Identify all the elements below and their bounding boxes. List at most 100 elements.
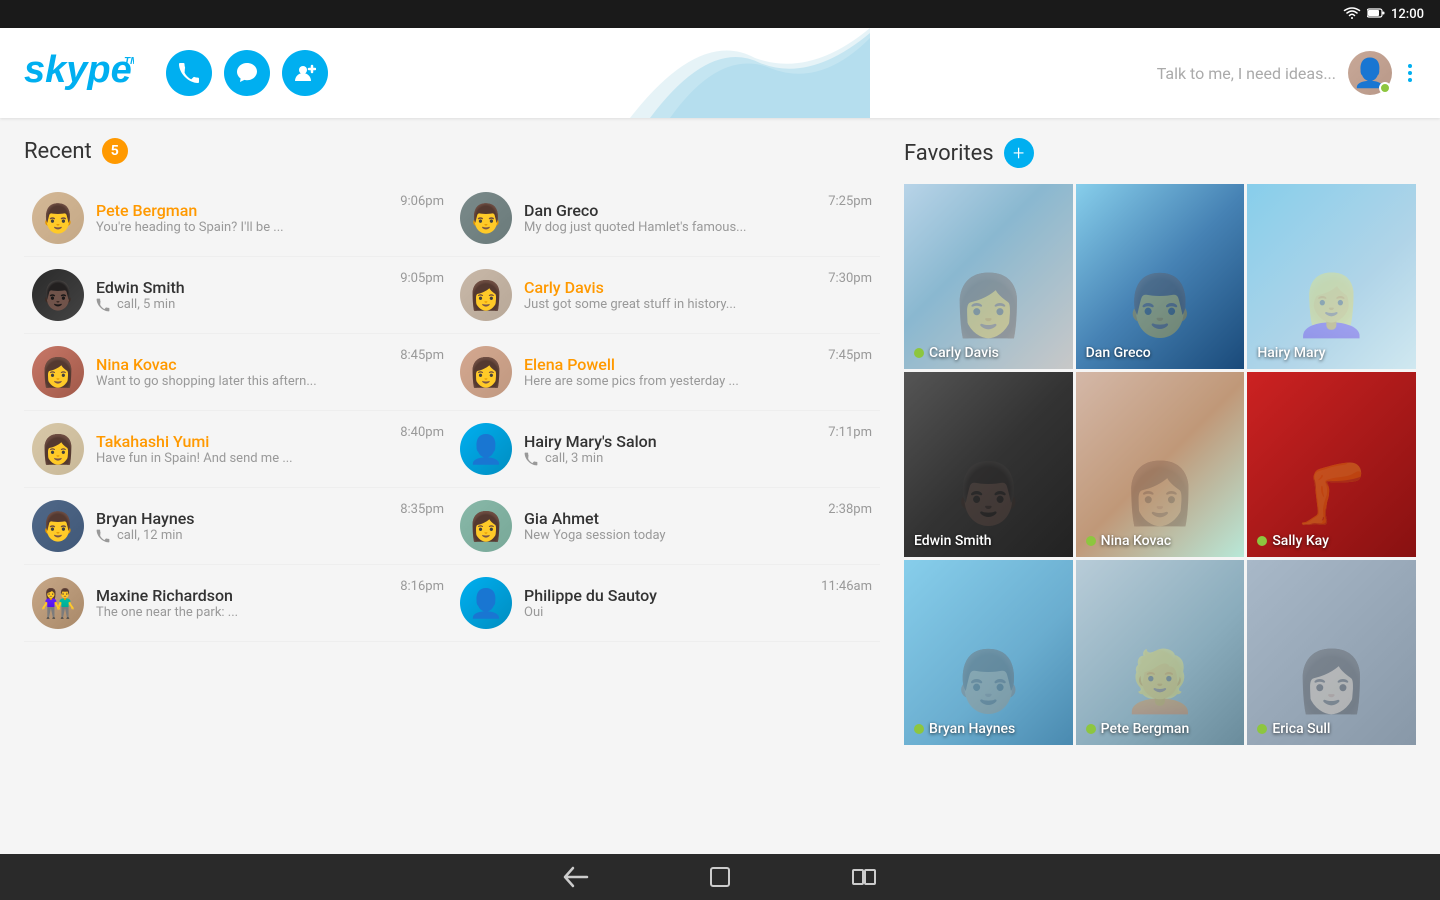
recent-item[interactable]: 👩 Carly Davis Just got some great stuff … bbox=[452, 257, 880, 334]
recent-item[interactable]: 👨 Bryan Haynes call, 12 min 8:35pm bbox=[24, 488, 452, 565]
favorite-name: Hairy Mary bbox=[1257, 345, 1325, 361]
contact-time: 8:35pm bbox=[400, 500, 444, 517]
more-options-button[interactable] bbox=[1404, 60, 1416, 86]
contact-avatar: 👩 bbox=[460, 500, 512, 552]
favorite-name: Sally Kay bbox=[1257, 533, 1329, 549]
contact-avatar: 👨🏿 bbox=[32, 269, 84, 321]
recent-section-header: Recent 5 bbox=[24, 138, 880, 164]
recent-panel: Recent 5 👨 Pete Bergman You're heading t… bbox=[24, 138, 904, 854]
recent-item[interactable]: 👤 Hairy Mary's Salon call, 3 min 7:11pm bbox=[452, 411, 880, 488]
contact-info: Gia Ahmet New Yoga session today bbox=[524, 509, 816, 543]
contact-avatar: 👤 bbox=[460, 423, 512, 475]
contact-preview: Want to go shopping later this aftern... bbox=[96, 374, 388, 389]
status-time: 12:00 bbox=[1391, 7, 1424, 22]
favorite-item[interactable]: 👨🏽 Bryan Haynes bbox=[904, 560, 1073, 745]
favorite-name: Edwin Smith bbox=[914, 533, 992, 549]
favorite-item[interactable]: 👩🏽 Nina Kovac bbox=[1076, 372, 1245, 557]
recent-title: Recent bbox=[24, 139, 92, 164]
favorite-item[interactable]: 👨 Dan Greco bbox=[1076, 184, 1245, 369]
dot bbox=[1408, 71, 1412, 75]
favorite-item[interactable]: 👩 Carly Davis bbox=[904, 184, 1073, 369]
chat-button[interactable] bbox=[224, 50, 270, 96]
online-dot bbox=[1257, 724, 1267, 734]
contact-info: Nina Kovac Want to go shopping later thi… bbox=[96, 355, 388, 389]
dot bbox=[1408, 64, 1412, 68]
svg-text:TM: TM bbox=[124, 56, 134, 67]
favorites-title: Favorites bbox=[904, 141, 994, 166]
recent-item[interactable]: 👩 Elena Powell Here are some pics from y… bbox=[452, 334, 880, 411]
contact-time: 7:25pm bbox=[828, 192, 872, 209]
contact-name: Gia Ahmet bbox=[524, 509, 816, 528]
contact-info: Edwin Smith call, 5 min bbox=[96, 278, 388, 312]
status-icons: 12:00 bbox=[1343, 7, 1424, 22]
fav-person-bg: 👨🏿 bbox=[951, 458, 1026, 529]
contact-avatar: 👨 bbox=[32, 500, 84, 552]
fav-person-bg: 👩🏽 bbox=[1123, 458, 1198, 529]
contact-info: Bryan Haynes call, 12 min bbox=[96, 509, 388, 543]
contact-avatar: 👤 bbox=[460, 577, 512, 629]
recent-badge: 5 bbox=[102, 138, 128, 164]
header: skype TM bbox=[0, 28, 1440, 118]
contact-avatar: 👩 bbox=[32, 346, 84, 398]
contact-name: Hairy Mary's Salon bbox=[524, 432, 816, 451]
online-dot bbox=[914, 724, 924, 734]
favorite-item[interactable]: 🦵 Sally Kay bbox=[1247, 372, 1416, 557]
contact-time: 7:11pm bbox=[828, 423, 872, 440]
add-contact-button[interactable] bbox=[282, 50, 328, 96]
contact-time: 9:05pm bbox=[400, 269, 444, 286]
contact-info: Dan Greco My dog just quoted Hamlet's fa… bbox=[524, 201, 816, 235]
contact-preview: Here are some pics from yesterday ... bbox=[524, 374, 816, 389]
recent-item[interactable]: 👩 Gia Ahmet New Yoga session today 2:38p… bbox=[452, 488, 880, 565]
favorite-name: Carly Davis bbox=[914, 345, 999, 361]
fav-person-bg: 👱‍♀️ bbox=[1294, 270, 1369, 341]
online-dot bbox=[1086, 536, 1096, 546]
contact-info: Philippe du Sautoy Oui bbox=[524, 586, 809, 620]
skype-logo[interactable]: skype TM bbox=[24, 48, 134, 99]
contact-info: Hairy Mary's Salon call, 3 min bbox=[524, 432, 816, 466]
svg-text:skype: skype bbox=[24, 49, 132, 90]
recent-item[interactable]: 👨 Dan Greco My dog just quoted Hamlet's … bbox=[452, 180, 880, 257]
contact-preview: call, 5 min bbox=[96, 297, 388, 312]
fav-person-bg: 👱 bbox=[1123, 646, 1198, 717]
favorite-item[interactable]: 👩🏻 Erica Sull bbox=[1247, 560, 1416, 745]
favorite-item[interactable]: 👨🏿 Edwin Smith bbox=[904, 372, 1073, 557]
logo-text: skype TM bbox=[24, 48, 134, 99]
contact-info: Takahashi Yumi Have fun in Spain! And se… bbox=[96, 432, 388, 466]
contact-time: 8:40pm bbox=[400, 423, 444, 440]
call-button[interactable] bbox=[166, 50, 212, 96]
recent-item[interactable]: 👩 Nina Kovac Want to go shopping later t… bbox=[24, 334, 452, 411]
contact-time: 7:45pm bbox=[828, 346, 872, 363]
contact-name: Bryan Haynes bbox=[96, 509, 388, 528]
contact-time: 7:30pm bbox=[828, 269, 872, 286]
recent-item[interactable]: 👫 Maxine Richardson The one near the par… bbox=[24, 565, 452, 642]
home-button[interactable] bbox=[709, 866, 731, 888]
fav-person-bg: 👩🏻 bbox=[1294, 646, 1369, 717]
contact-name: Edwin Smith bbox=[96, 278, 388, 297]
fav-person-bg: 🦵 bbox=[1294, 458, 1369, 529]
contact-name: Elena Powell bbox=[524, 355, 816, 374]
favorite-name: Erica Sull bbox=[1257, 721, 1330, 737]
contact-name: Pete Bergman bbox=[96, 201, 388, 220]
recents-button[interactable] bbox=[851, 866, 877, 888]
favorite-item[interactable]: 👱‍♀️ Hairy Mary bbox=[1247, 184, 1416, 369]
contact-name: Takahashi Yumi bbox=[96, 432, 388, 451]
add-favorite-button[interactable]: + bbox=[1004, 138, 1034, 168]
favorites-grid: 👩 Carly Davis 👨 Dan Greco 👱‍♀️ Hairy Mar… bbox=[904, 184, 1416, 745]
contact-avatar: 👨 bbox=[460, 192, 512, 244]
contact-time: 11:46am bbox=[821, 577, 872, 594]
online-dot bbox=[914, 348, 924, 358]
recent-item[interactable]: 👨🏿 Edwin Smith call, 5 min 9:05pm bbox=[24, 257, 452, 334]
favorite-item[interactable]: 👱 Pete Bergman bbox=[1076, 560, 1245, 745]
search-placeholder[interactable]: Talk to me, I need ideas... bbox=[1157, 64, 1336, 83]
recent-item[interactable]: 👩 Takahashi Yumi Have fun in Spain! And … bbox=[24, 411, 452, 488]
favorite-name: Nina Kovac bbox=[1086, 533, 1172, 549]
contact-preview: Just got some great stuff in history... bbox=[524, 297, 816, 312]
contact-preview: My dog just quoted Hamlet's famous... bbox=[524, 220, 816, 235]
back-button[interactable] bbox=[563, 866, 589, 888]
contact-avatar: 👩 bbox=[460, 346, 512, 398]
contact-preview: Have fun in Spain! And send me ... bbox=[96, 451, 388, 466]
fav-person-bg: 👨🏽 bbox=[951, 646, 1026, 717]
header-actions bbox=[166, 50, 328, 96]
recent-item[interactable]: 👤 Philippe du Sautoy Oui 11:46am bbox=[452, 565, 880, 642]
recent-item[interactable]: 👨 Pete Bergman You're heading to Spain? … bbox=[24, 180, 452, 257]
